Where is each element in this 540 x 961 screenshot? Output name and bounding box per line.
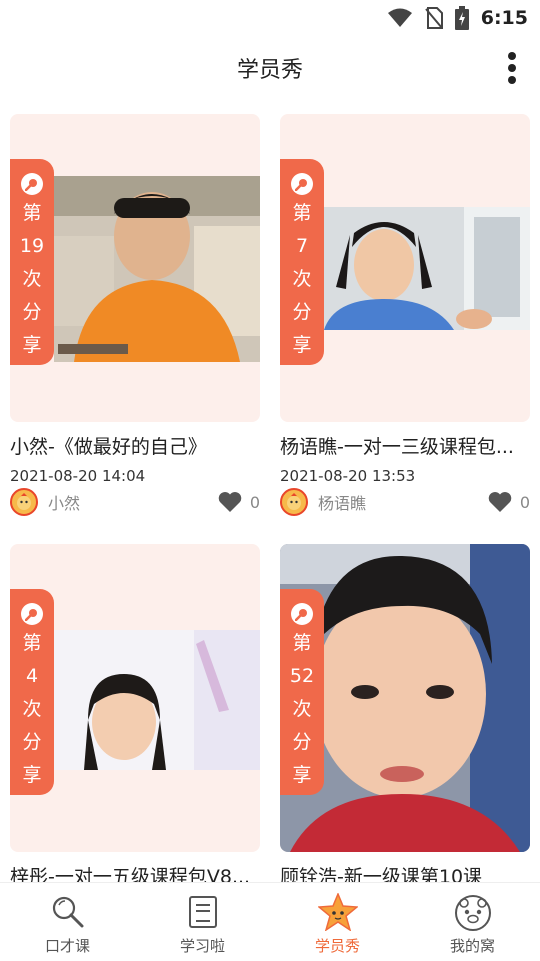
author-name: 杨语瞧 [318,494,367,513]
status-icons: 6:15 [387,6,528,30]
badge-char: 第 [22,202,42,224]
badge-char: 分 [22,301,42,323]
tab-label: 学习啦 [179,937,225,955]
avatar[interactable] [10,488,38,516]
badge-char: 分 [292,301,312,323]
video-thumbnail[interactable]: 第 4 次 分 享 [10,544,260,852]
more-dot-icon [508,76,516,84]
student-show-feed[interactable]: 第 19 次 分 享 小然-《做最好的自己》 2021-08-20 14:04 … [0,96,540,882]
card-meta: 杨语瞧 0 [280,487,530,517]
status-time: 6:15 [480,7,528,29]
badge-char: 次 [22,698,42,720]
badge-char: 第 [292,202,312,224]
like-button[interactable]: 0 [218,491,260,513]
share-count-badge: 第 7 次 分 享 [280,159,324,365]
video-thumbnail[interactable]: 第 19 次 分 享 [10,114,260,422]
card-title[interactable]: 顾铨浩-新一级课第10课 [280,862,530,882]
badge-count: 52 [289,665,315,687]
book-icon [183,893,223,931]
video-thumbnail[interactable]: 第 7 次 分 享 [280,114,530,422]
more-dot-icon [508,52,516,60]
video-photo [54,630,260,770]
card-title[interactable]: 梓彤-一对一五级课程包V8... [10,862,260,882]
video-thumbnail[interactable]: 第 52 次 分 享 [280,544,530,852]
microphone-icon [21,603,43,625]
badge-char: 分 [292,731,312,753]
tab-label: 口才课 [44,937,90,955]
microphone-icon [21,173,43,195]
tab-eloquence-course[interactable]: 口才课 [0,883,135,961]
like-count: 0 [249,492,260,512]
card-meta: 小然 0 [10,487,260,517]
wifi-icon [387,8,412,27]
card-date: 2021-08-20 14:04 [10,467,146,485]
card-title[interactable]: 杨语瞧-一对一三级课程包... [280,432,530,459]
video-photo [54,176,260,362]
badge-count: 7 [295,235,309,257]
author-name: 小然 [48,494,81,513]
app-header: 学员秀 [0,40,540,94]
page-title: 学员秀 [236,58,303,83]
microphone-icon [291,173,313,195]
tab-study[interactable]: 学习啦 [135,883,270,961]
magnifier-icon [48,893,88,931]
like-count: 0 [519,492,530,512]
star-icon [317,893,358,931]
status-bar: 6:15 [0,0,540,36]
badge-char: 第 [22,632,42,654]
card-title[interactable]: 小然-《做最好的自己》 [10,432,260,459]
share-count-badge: 第 52 次 分 享 [280,589,324,795]
tab-label: 学员秀 [314,937,360,955]
video-card[interactable]: 第 7 次 分 享 杨语瞧-一对一三级课程包... 2021-08-20 13:… [280,114,530,517]
more-dot-icon [508,64,516,72]
avatar[interactable] [280,488,308,516]
microphone-icon [291,603,313,625]
no-sim-icon [424,7,443,29]
tab-label: 我的窝 [449,937,495,955]
badge-count: 19 [19,235,45,257]
badge-char: 享 [292,334,312,356]
tab-student-show[interactable]: 学员秀 [270,883,405,961]
share-count-badge: 第 4 次 分 享 [10,589,54,795]
heart-icon [488,492,512,512]
video-photo [324,207,530,330]
badge-char: 享 [22,334,42,356]
tab-my-nest[interactable]: 我的窝 [405,883,540,961]
badge-char: 享 [22,764,42,786]
video-card[interactable]: 第 4 次 分 享 梓彤-一对一五级课程包V8... [10,544,260,882]
more-options-button[interactable] [502,50,522,86]
badge-char: 次 [292,268,312,290]
badge-char: 次 [292,698,312,720]
card-date: 2021-08-20 13:53 [280,467,416,485]
share-count-badge: 第 19 次 分 享 [10,159,54,365]
badge-count: 4 [25,665,39,687]
video-card[interactable]: 第 19 次 分 享 小然-《做最好的自己》 2021-08-20 14:04 … [10,114,260,517]
badge-char: 分 [22,731,42,753]
heart-icon [218,492,242,512]
badge-char: 第 [292,632,312,654]
video-card[interactable]: 第 52 次 分 享 顾铨浩-新一级课第10课 [280,544,530,882]
badge-char: 享 [292,764,312,786]
bottom-tab-bar: 口才课 学习啦 学员秀 我的窝 [0,882,540,961]
battery-icon [454,6,469,30]
badge-char: 次 [22,268,42,290]
bear-face-icon [453,893,493,931]
like-button[interactable]: 0 [488,491,530,513]
